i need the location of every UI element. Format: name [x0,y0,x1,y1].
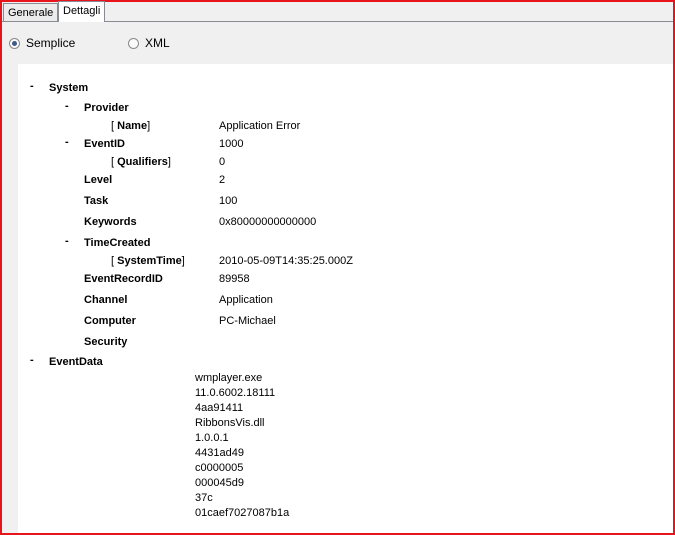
attr-name: [ Name] [111,120,151,132]
collapse-toggle-system[interactable]: - [30,80,34,92]
attr-systemtime-key: SystemTime [117,255,182,267]
attr-qualifiers-value: 0 [219,156,226,168]
node-keywords: Keywords [84,216,137,228]
node-timecreated: TimeCreated [84,237,151,249]
eventdata-value: 1.0.0.1 [195,432,229,444]
node-level: Level [84,174,113,186]
eventdata-value: 37c [195,492,213,504]
eventdata-value: 000045d9 [195,477,244,489]
view-mode-bar: Semplice XML [2,22,673,64]
eventdata-values: wmplayer.exe 11.0.6002.18111 4aa91411 Ri… [195,371,289,521]
collapse-toggle-eventdata[interactable]: - [30,354,34,366]
attr-systemtime-value: 2010-05-09T14:35:25.000Z [219,255,353,267]
node-keywords-value: 0x80000000000000 [219,216,317,228]
node-eventrecordid-value: 89958 [219,273,250,285]
eventdata-value: 11.0.6002.18111 [195,387,276,399]
radio-unselected-icon[interactable] [128,37,139,49]
radio-xml-label: XML [145,36,170,50]
node-channel-value: Application [219,294,273,306]
node-level-value: 2 [219,174,226,186]
eventdata-value: 4aa91411 [195,402,244,414]
attr-name-value: Application Error [219,120,301,132]
node-task: Task [84,195,109,207]
window-frame: Generale Dettagli Semplice XML - System … [0,0,675,535]
tab-generale[interactable]: Generale [3,3,59,21]
tab-bar: Generale Dettagli [2,1,673,22]
node-eventdata: EventData [49,356,103,368]
attr-name-key: Name [117,120,148,132]
tab-dettagli[interactable]: Dettagli [58,1,106,22]
collapse-toggle-timecreated[interactable]: - [65,235,69,247]
attr-qualifiers: [ Qualifiers] [111,156,171,168]
attr-qualifiers-key: Qualifiers [117,156,168,168]
node-security: Security [84,336,128,348]
radio-xml[interactable]: XML [128,36,170,50]
collapse-toggle-eventid[interactable]: - [65,136,69,148]
node-computer: Computer [84,315,136,327]
event-details-tree: - System - Provider [ Name] Application … [18,64,673,533]
radio-selected-icon[interactable] [9,37,20,49]
node-provider: Provider [84,102,129,114]
eventdata-value: c0000005 [195,462,244,474]
left-gutter [2,64,18,533]
node-task-value: 100 [219,195,238,207]
eventdata-value: wmplayer.exe [195,372,263,384]
collapse-toggle-provider[interactable]: - [65,100,69,112]
radio-semplice-label: Semplice [26,36,76,50]
eventdata-value: RibbonsVis.dll [195,417,265,429]
eventdata-value: 4431ad49 [195,447,244,459]
node-eventid-value: 1000 [219,138,244,150]
node-computer-value: PC-Michael [219,315,276,327]
attr-systemtime: [ SystemTime] [111,255,185,267]
node-channel: Channel [84,294,128,306]
eventdata-value: 01caef7027087b1a [195,507,290,519]
radio-semplice[interactable]: Semplice [9,36,75,50]
node-system: System [49,82,89,94]
node-eventid: EventID [84,138,125,150]
node-eventrecordid: EventRecordID [84,273,163,285]
